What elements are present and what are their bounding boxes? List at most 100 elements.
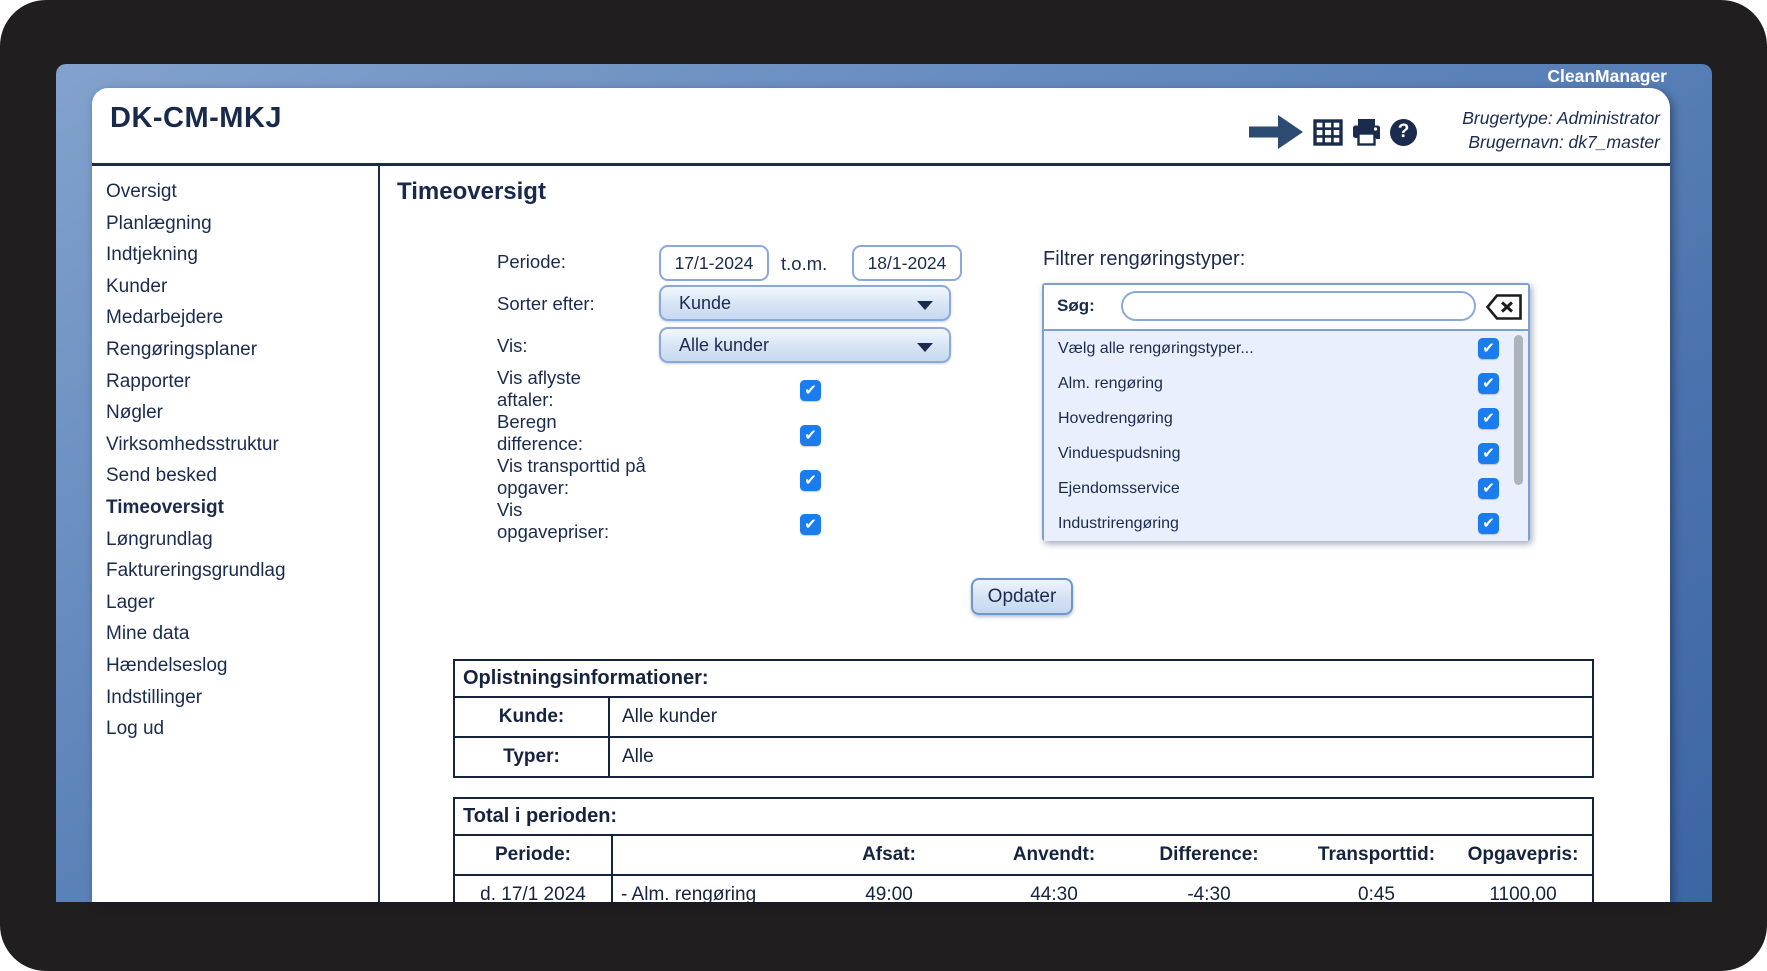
table-row: d. 17/1 2024 - Alm. rengøring 49:00 44:3… xyxy=(455,876,1592,902)
kunde-value: Alle kunder xyxy=(622,706,718,727)
help-icon[interactable]: ? xyxy=(1390,118,1417,146)
filter-item-alm-rengoering[interactable]: Alm. rengøring xyxy=(1044,366,1528,401)
beregn-difference-label: Beregn difference: xyxy=(497,411,584,454)
col-transporttid: Transporttid: xyxy=(1317,844,1436,865)
filter-item-hovedrengoering[interactable]: Hovedrengøring xyxy=(1044,401,1528,436)
filter-item-checkbox[interactable] xyxy=(1478,443,1499,464)
col-periode: Periode: xyxy=(455,836,613,874)
sidebar-item-log-ud[interactable]: Log ud xyxy=(92,713,378,745)
clear-search-icon[interactable] xyxy=(1484,292,1524,322)
filter-item-label: Hovedrengøring xyxy=(1058,409,1173,427)
filter-item-checkbox[interactable] xyxy=(1478,338,1499,359)
sorter-select[interactable]: Kunde xyxy=(659,285,951,321)
user-info: Brugertype: Administrator Brugernavn: dk… xyxy=(1462,106,1660,154)
filter-item-label: Vinduespudsning xyxy=(1058,444,1181,462)
filter-item-label: Ejendomsservice xyxy=(1058,479,1180,497)
cell-transporttid: 0:45 xyxy=(1358,884,1395,902)
tom-label: t.o.m. xyxy=(781,253,828,274)
table-row: Kunde: Alle kunder xyxy=(455,698,1592,738)
sidebar-item-rengoeringsplaner[interactable]: Rengøringsplaner xyxy=(92,334,378,366)
browser-chrome: CleanManager DK-CM-MKJ ? Brugertype: Adm… xyxy=(56,64,1712,902)
usertype-label: Brugertype: Administrator xyxy=(1462,108,1660,128)
info-table-title: Oplistningsinformationer: xyxy=(455,661,1592,698)
search-label: Søg: xyxy=(1057,296,1095,315)
filter-box: Søg: Vælg alle rengøringstyper... ✔ Alm.… xyxy=(1042,283,1530,541)
sidebar-item-rapporter[interactable]: Rapporter xyxy=(92,366,378,398)
typer-label: Typer: xyxy=(455,738,610,776)
filter-item-label: Vælg alle rengøringstyper... xyxy=(1058,339,1254,357)
vis-select[interactable]: Alle kunder xyxy=(659,327,951,363)
sidebar-item-indstillinger[interactable]: Indstillinger xyxy=(92,682,378,714)
sidebar-item-oversigt[interactable]: Oversigt xyxy=(92,176,378,208)
printer-icon[interactable] xyxy=(1351,118,1382,146)
cell-anvendt: 44:30 xyxy=(1030,884,1078,902)
filter-item-all[interactable]: Vælg alle rengøringstyper... xyxy=(1044,331,1528,366)
filter-item-checkbox[interactable] xyxy=(1478,478,1499,499)
table-grid-icon[interactable] xyxy=(1313,118,1343,146)
search-input[interactable] xyxy=(1121,291,1476,321)
cell-opgavepris: 1100,00 xyxy=(1489,884,1557,902)
sidebar-item-kunder[interactable]: Kunder xyxy=(92,271,378,303)
sidebar-item-send-besked[interactable]: Send besked xyxy=(92,460,378,492)
col-anvendt: Anvendt: xyxy=(1012,844,1096,865)
arrow-right-icon[interactable] xyxy=(1248,112,1305,152)
beregn-difference-checkbox[interactable] xyxy=(800,425,821,446)
col-opgavepris: Opgavepris: xyxy=(1467,844,1579,865)
chevron-down-icon xyxy=(917,343,933,352)
filter-item-industrirengoering[interactable]: Industrirengøring xyxy=(1044,506,1528,541)
filter-item-checkbox[interactable] xyxy=(1478,408,1499,429)
cell-afsat: 49:00 xyxy=(865,884,913,902)
sidebar-divider xyxy=(378,165,380,902)
typer-value: Alle xyxy=(622,746,654,767)
filter-title: Filtrer rengøringstyper: xyxy=(1043,248,1246,270)
info-table: Oplistningsinformationer: Kunde: Alle ku… xyxy=(453,659,1594,778)
page-title: DK-CM-MKJ xyxy=(110,102,283,134)
toolbar: ? xyxy=(1248,112,1417,152)
app-window: DK-CM-MKJ ? Brugertype: Administrator Br… xyxy=(92,88,1670,902)
vis-label: Vis: xyxy=(497,335,528,356)
vis-aflyste-label: Vis aflyste aftaler: xyxy=(497,367,581,410)
sidebar-nav: Oversigt Planlægning Indtjekning Kunder … xyxy=(92,176,378,745)
filter-item-checkbox[interactable] xyxy=(1478,373,1499,394)
filter-item-label: Alm. rengøring xyxy=(1058,374,1163,392)
sidebar-item-loengrundlag[interactable]: Løngrundlag xyxy=(92,524,378,556)
filter-item-label: Industrirengøring xyxy=(1058,514,1179,532)
filter-list: Vælg alle rengøringstyper... Alm. rengør… xyxy=(1044,331,1528,541)
vis-aflyste-checkbox[interactable] xyxy=(800,380,821,401)
filter-search-row: Søg: xyxy=(1044,285,1528,331)
vis-transporttid-label: Vis transporttid på opgaver: xyxy=(497,455,646,498)
filter-item-checkbox[interactable] xyxy=(1478,513,1499,534)
periode-from-input[interactable] xyxy=(659,245,769,281)
sidebar-item-timeoversigt[interactable]: Timeoversigt xyxy=(92,492,378,524)
sidebar-item-noegler[interactable]: Nøgler xyxy=(92,397,378,429)
header-divider xyxy=(92,163,1670,166)
vis-opgavepriser-checkbox[interactable] xyxy=(800,514,821,535)
sidebar-item-virksomhedsstruktur[interactable]: Virksomhedsstruktur xyxy=(92,429,378,461)
cell-periode: d. 17/1 2024 xyxy=(455,876,613,902)
filter-scrollbar xyxy=(1514,335,1523,537)
section-title: Timeoversigt xyxy=(397,178,546,205)
update-button[interactable]: Opdater xyxy=(971,578,1073,615)
total-table-title: Total i perioden: xyxy=(455,799,1592,836)
col-afsat: Afsat: xyxy=(862,844,916,865)
sorter-label: Sorter efter: xyxy=(497,293,595,314)
filter-item-ejendomsservice[interactable]: Ejendomsservice xyxy=(1044,471,1528,506)
filter-item-vinduespudsning[interactable]: Vinduespudsning xyxy=(1044,436,1528,471)
periode-label: Periode: xyxy=(497,251,566,272)
vis-opgavepriser-label: Vis opgavepriser: xyxy=(497,499,610,542)
vis-transporttid-checkbox[interactable] xyxy=(800,470,821,491)
sidebar-item-faktureringsgrundlag[interactable]: Faktureringsgrundlag xyxy=(92,555,378,587)
sidebar-item-medarbejdere[interactable]: Medarbejdere xyxy=(92,302,378,334)
filter-scrollbar-thumb[interactable] xyxy=(1514,335,1523,485)
sidebar-item-haendelseslog[interactable]: Hændelseslog xyxy=(92,650,378,682)
device-frame: CleanManager DK-CM-MKJ ? Brugertype: Adm… xyxy=(0,0,1767,971)
total-table-header: Periode: Afsat: Anvendt: Difference: Tra… xyxy=(455,836,1592,876)
periode-to-input[interactable] xyxy=(852,245,962,281)
col-difference: Difference: xyxy=(1159,844,1259,865)
brand-label: CleanManager xyxy=(1547,66,1667,86)
sidebar-item-planlaegning[interactable]: Planlægning xyxy=(92,208,378,240)
sidebar-item-indtjekning[interactable]: Indtjekning xyxy=(92,239,378,271)
sidebar-item-mine-data[interactable]: Mine data xyxy=(92,618,378,650)
sidebar-item-lager[interactable]: Lager xyxy=(92,587,378,619)
cell-difference: -4:30 xyxy=(1187,884,1231,902)
